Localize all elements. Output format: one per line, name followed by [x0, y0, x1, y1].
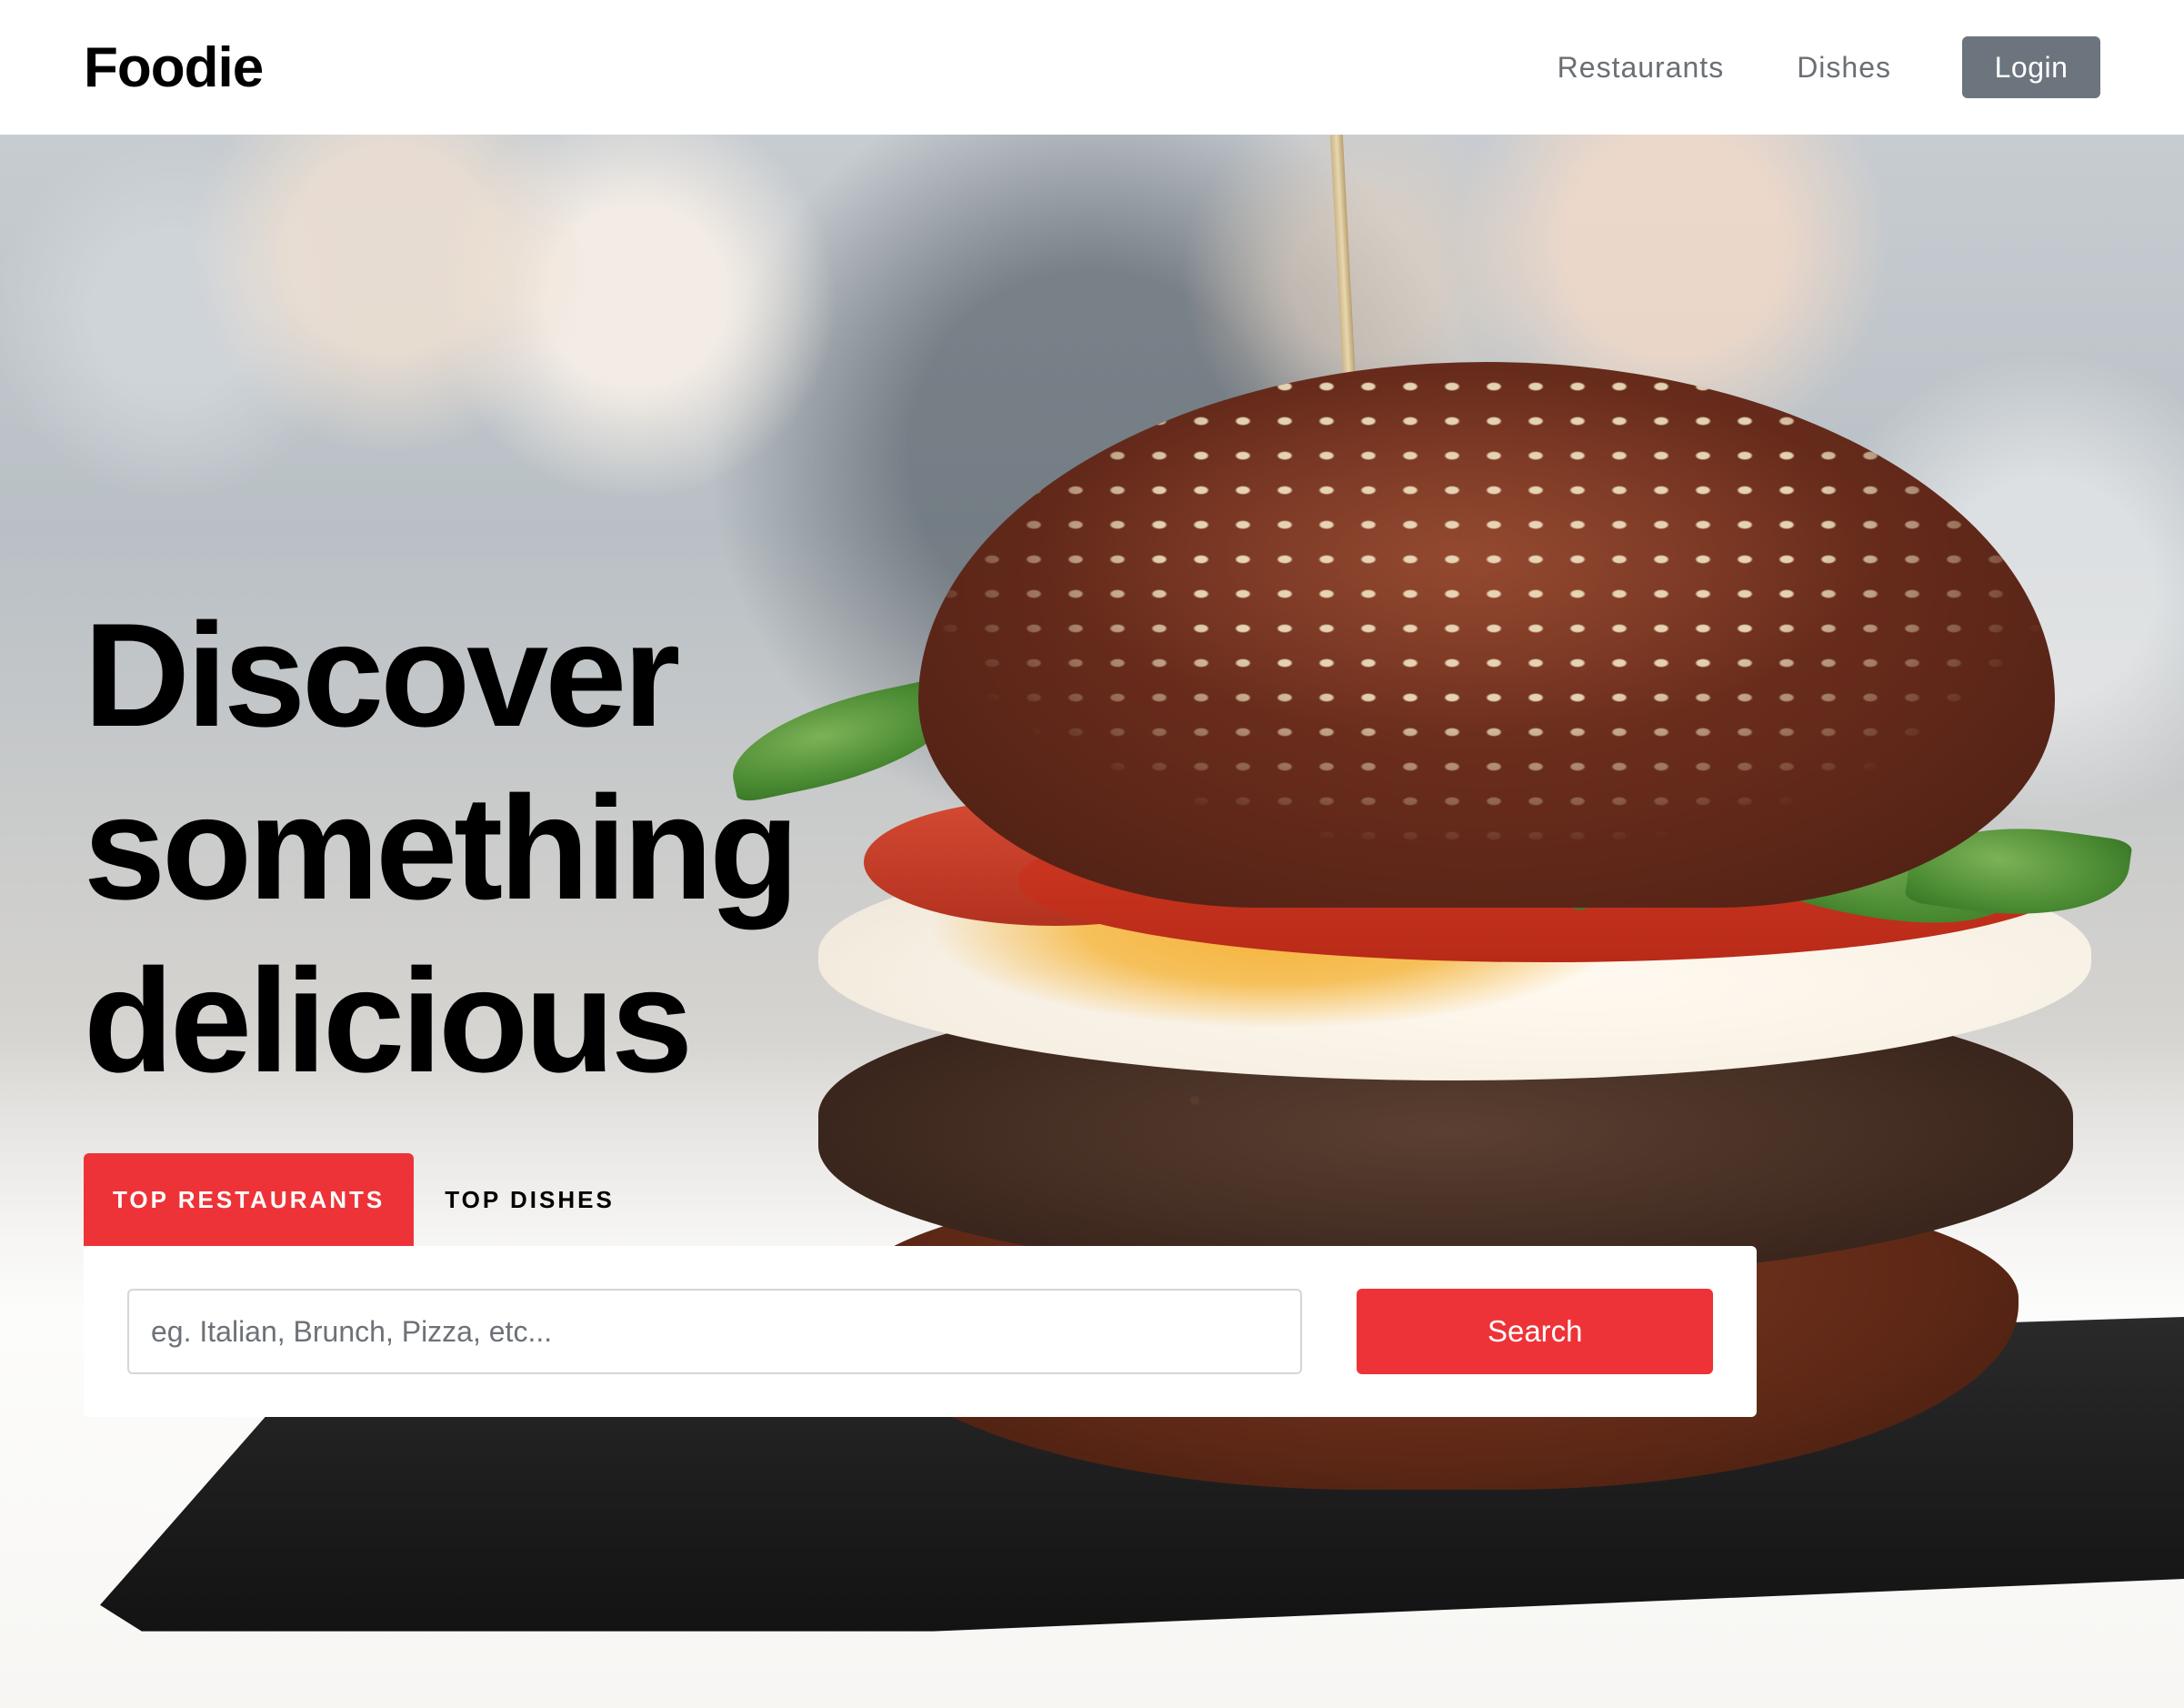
tab-top-dishes[interactable]: TOP DISHES [414, 1153, 646, 1246]
burger-top-bun [918, 362, 2055, 908]
search-button[interactable]: Search [1357, 1289, 1713, 1374]
search-tabs: TOP RESTAURANTS TOP DISHES [84, 1153, 646, 1246]
headline-line-3: delicious [84, 939, 693, 1103]
headline-line-1: Discover [84, 593, 680, 758]
nav-links: Restaurants Dishes Login [1558, 36, 2100, 98]
sesame-seeds [918, 362, 2055, 908]
brand-logo[interactable]: Foodie [84, 35, 264, 100]
tab-top-restaurants[interactable]: TOP RESTAURANTS [84, 1153, 415, 1246]
top-navbar: Foodie Restaurants Dishes Login [0, 0, 2184, 135]
login-button[interactable]: Login [1962, 36, 2100, 98]
nav-link-dishes[interactable]: Dishes [1797, 51, 1891, 85]
headline-line-2: something [84, 766, 799, 930]
search-panel: Search [84, 1246, 1757, 1417]
search-input[interactable] [127, 1289, 1303, 1374]
hero-headline: Discover something delicious [84, 589, 993, 1108]
nav-link-restaurants[interactable]: Restaurants [1558, 51, 1725, 85]
hero-section: Discover something delicious [0, 135, 2184, 1708]
